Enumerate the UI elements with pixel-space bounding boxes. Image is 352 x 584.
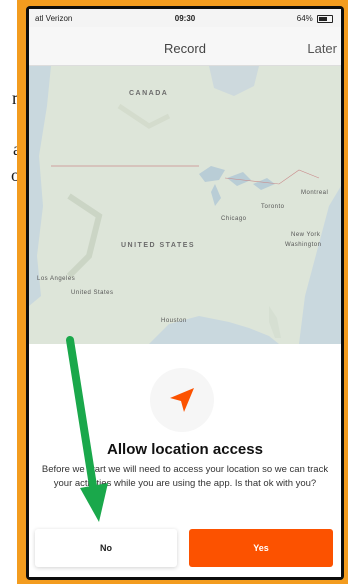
map-label-los-angeles: Los Angeles	[37, 276, 76, 282]
page: m n al or atl Verizon 09:30 64% Record L…	[0, 0, 352, 584]
battery-percent: 64%	[296, 14, 313, 23]
nav-title: Record	[164, 41, 206, 56]
yes-button[interactable]: Yes	[189, 529, 333, 567]
sheet-body: Before we start we will need to access y…	[41, 464, 329, 489]
no-button[interactable]: No	[35, 529, 177, 567]
phone-bezel: atl Verizon 09:30 64% Record Later CANAD…	[26, 6, 344, 580]
nav-bar: Record Later	[29, 27, 341, 66]
later-button[interactable]: Later	[307, 41, 337, 56]
status-right: 64%	[297, 14, 333, 23]
map-view[interactable]: CANADA UNITED STATES Montreal Toronto Ch…	[29, 66, 341, 344]
location-permission-sheet: Allow location access Before we start we…	[29, 344, 341, 577]
map-label-toronto: Toronto	[261, 204, 285, 210]
location-arrow-icon	[170, 388, 194, 412]
map-background	[29, 66, 341, 344]
map-label-united-states-small: United States	[71, 290, 114, 296]
map-label-united-states: UNITED STATES	[121, 242, 196, 249]
map-label-canada: CANADA	[129, 90, 169, 97]
location-icon-circle	[150, 368, 214, 432]
map-label-washington: Washington	[285, 242, 322, 248]
map-label-chicago: Chicago	[221, 216, 247, 222]
map-label-new-york: New York	[291, 232, 321, 238]
map-label-montreal: Montreal	[301, 190, 329, 196]
status-time: 09:30	[174, 14, 196, 23]
battery-icon	[317, 14, 333, 23]
sheet-title: Allow location access	[107, 441, 263, 458]
status-bar: atl Verizon 09:30 64%	[29, 9, 341, 27]
map-label-houston: Houston	[161, 318, 187, 324]
phone-screen: atl Verizon 09:30 64% Record Later CANAD…	[29, 9, 341, 577]
